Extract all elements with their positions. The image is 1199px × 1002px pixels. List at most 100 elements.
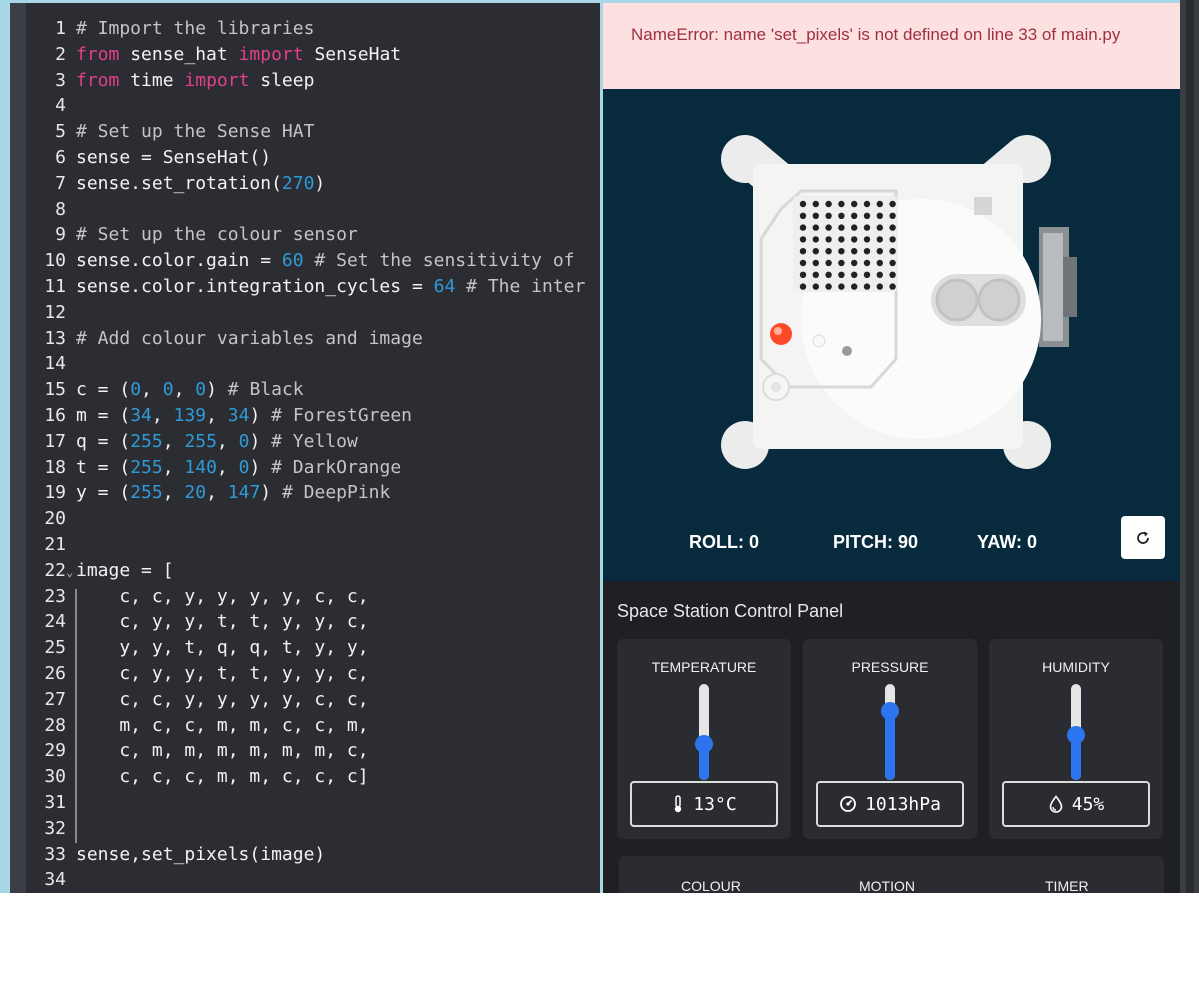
code-token: # Import the libraries: [76, 18, 315, 39]
code-line[interactable]: 23 c, c, y, y, y, y, c, c,: [26, 584, 369, 610]
bottom-controls-row: COLOUR MOTION TIMER: [619, 856, 1164, 893]
code-line[interactable]: 3 from time import sleep: [26, 68, 314, 94]
led-pixel: [863, 212, 871, 219]
code-line[interactable]: 14: [26, 351, 76, 377]
code-token: 140: [184, 456, 217, 478]
led-pixel: [889, 212, 896, 219]
humidity-slider-knob[interactable]: [1067, 725, 1085, 744]
sense-hat-device[interactable]: [721, 129, 1081, 474]
line-number: 19: [44, 482, 66, 504]
code-line[interactable]: 10 sense.color.gain = 60 # Set the sensit…: [26, 248, 575, 274]
pressure-slider-fill: [885, 710, 895, 780]
pressure-value-box: 1013hPa: [816, 781, 964, 827]
led-pixel: [889, 224, 896, 231]
line-number: 26: [44, 663, 66, 684]
code-line[interactable]: 2 from sense_hat import SenseHat: [26, 42, 401, 68]
code-line[interactable]: 5 # Set up the Sense HAT: [26, 119, 314, 145]
app-frame: 1 # Import the libraries 2 from sense_hat i…: [0, 0, 1199, 893]
indent-guide: [75, 589, 77, 843]
code-line[interactable]: 4: [26, 93, 76, 119]
led-pixel: [876, 200, 883, 208]
led-pixel: [876, 271, 883, 278]
line-number: 27: [44, 688, 66, 710]
code-line[interactable]: 17 q = (255, 255, 0) # Yellow: [26, 429, 358, 455]
droplet-icon: [1049, 795, 1063, 813]
temperature-slider-knob[interactable]: [695, 734, 713, 753]
line-number: 30: [44, 766, 66, 788]
line-number: 21: [44, 534, 66, 555]
code-line[interactable]: 28 m, c, c, m, m, c, c, m,: [26, 713, 368, 739]
code-token: ): [206, 379, 228, 401]
tab-motion[interactable]: MOTION: [859, 878, 915, 893]
code-line[interactable]: 30 c, c, c, m, m, c, c, c]: [26, 764, 368, 790]
code-line[interactable]: 11 sense.color.integration_cycles = 64 # …: [26, 274, 585, 300]
tab-timer[interactable]: TIMER: [1045, 878, 1089, 893]
pressure-slider-knob[interactable]: [881, 701, 899, 720]
code-token: 0: [162, 379, 174, 401]
reset-orientation-button[interactable]: [1121, 516, 1165, 559]
code-line[interactable]: 25 y, y, t, q, q, t, y, y,: [26, 635, 368, 661]
code-line[interactable]: 34: [26, 867, 76, 893]
code-line[interactable]: 26 c, y, y, t, t, y, y, c,: [26, 661, 369, 687]
code-line[interactable]: 22⌄ image = [: [26, 558, 174, 585]
code-line[interactable]: 27 c, c, y, y, y, y, c, c,: [26, 687, 368, 713]
code-token: sense,set_pixels(image): [76, 843, 326, 865]
led-pixel: [851, 236, 858, 243]
code-token: 255: [184, 430, 217, 452]
code-token: sense_hat: [119, 43, 239, 65]
led-pixel: [889, 271, 896, 278]
led-pixel: [838, 271, 845, 278]
sense-hat-emulator: ROLL: 0 PITCH: 90 YAW: 0: [603, 89, 1180, 581]
code-line[interactable]: 24 c, y, y, t, t, y, y, c,: [26, 609, 368, 635]
right-scrollbar-thumb[interactable]: [1186, 0, 1194, 893]
code-token: c, c, y, y, y, y, c, c,: [76, 585, 369, 607]
pressure-card: PRESSURE 1013hPa: [803, 639, 977, 839]
code-line[interactable]: 32: [26, 816, 76, 842]
line-number: 20: [44, 508, 66, 530]
led-pixel: [838, 212, 845, 219]
code-token: ): [249, 456, 272, 478]
code-token: # Set the sensitivity of: [303, 250, 575, 272]
code-line[interactable]: 8: [26, 197, 76, 223]
code-line[interactable]: 20: [26, 506, 76, 532]
led-pixel: [825, 283, 832, 290]
fold-toggle-icon[interactable]: ⌄: [66, 559, 76, 585]
code-line[interactable]: 29 c, m, m, m, m, m, m, c,: [26, 738, 368, 764]
led-pixel: [863, 200, 871, 208]
code-line[interactable]: 7 sense.set_rotation(270): [26, 171, 325, 197]
code-token: m = (: [76, 405, 131, 426]
led-pixel: [889, 283, 896, 290]
led-pixel: [863, 271, 871, 278]
led-pixel: [838, 224, 845, 231]
editor-gutter-strip: [10, 3, 26, 893]
code-line[interactable]: 13 # Add colour variables and image: [26, 326, 422, 352]
code-token: 60: [281, 250, 304, 272]
led-pixel: [889, 259, 896, 267]
code-line[interactable]: 15 c = (0, 0, 0) # Black: [26, 377, 303, 403]
code-line[interactable]: 19 y = (255, 20, 147) # DeepPink: [26, 480, 390, 506]
code-line[interactable]: 12: [26, 300, 76, 326]
code-token: c, y, y, t, t, y, y, c,: [76, 663, 369, 684]
code-line[interactable]: 1 # Import the libraries: [26, 16, 314, 42]
led-pixel: [812, 248, 819, 255]
line-number: 9: [55, 224, 66, 246]
line-number: 34: [44, 869, 66, 891]
led-pixel: [812, 271, 819, 278]
code-line[interactable]: 16 m = (34, 139, 34) # ForestGreen: [26, 403, 412, 429]
temperature-label: TEMPERATURE: [651, 659, 757, 675]
code-line[interactable]: 31: [26, 790, 76, 816]
code-line[interactable]: 21: [26, 532, 76, 558]
code-editor[interactable]: 1 # Import the libraries 2 from sense_hat i…: [10, 3, 600, 893]
tab-colour[interactable]: COLOUR: [681, 878, 741, 893]
code-token: image = [: [76, 559, 174, 581]
code-line[interactable]: 18 t = (255, 140, 0) # DarkOrange: [26, 455, 401, 481]
code-token: 255: [130, 482, 163, 504]
code-line[interactable]: 6 sense = SenseHat(): [26, 145, 271, 171]
code-token: SenseHat: [303, 43, 402, 65]
code-line[interactable]: 33 sense,set_pixels(image): [26, 842, 325, 868]
led-pixel: [851, 224, 858, 231]
code-line[interactable]: 9 # Set up the colour sensor: [26, 222, 358, 248]
code-token: q = (: [76, 430, 131, 452]
humidity-value-box: 45%: [1002, 781, 1150, 827]
line-number: 16: [44, 405, 66, 426]
